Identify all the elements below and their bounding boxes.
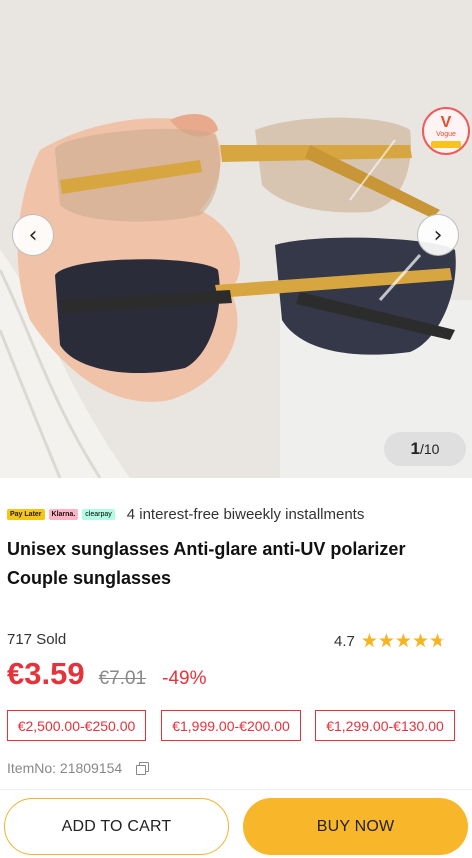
next-image-button[interactable]: ›: [417, 214, 459, 256]
chevron-right-icon: ›: [433, 222, 443, 248]
image-counter: 1 /10: [384, 432, 466, 466]
copy-icon[interactable]: [136, 762, 150, 775]
promo-badge[interactable]: V Vogue: [422, 107, 470, 155]
installment-info[interactable]: Pay Later Klarna. clearpay 4 interest-fr…: [7, 503, 364, 525]
discount-badge: -49%: [162, 668, 207, 689]
coupon-tag[interactable]: €1,999.00-€200.00: [161, 710, 301, 741]
paylater-logo-icon: Pay Later: [7, 508, 45, 520]
product-rating[interactable]: 4.7 ★★★★★ ★★★★★: [334, 630, 446, 652]
previous-image-button[interactable]: ‹: [12, 214, 54, 256]
original-price: €7.01: [98, 668, 147, 689]
image-counter-total: /10: [420, 441, 440, 457]
current-price: €3.59: [7, 656, 85, 691]
sold-count: 717 Sold: [7, 631, 67, 648]
rating-stars-icon: ★★★★★ ★★★★★: [360, 630, 447, 652]
add-to-cart-button[interactable]: ADD TO CART: [4, 798, 229, 855]
promo-badge-label: Vogue: [436, 130, 456, 138]
chevron-left-icon: ‹: [28, 222, 38, 248]
item-number: ItemNo: 21809154: [7, 760, 150, 776]
coupon-tag[interactable]: €2,500.00-€250.00: [7, 710, 146, 741]
clearpay-logo-icon: clearpay: [82, 508, 115, 520]
item-number-text: ItemNo: 21809154: [7, 760, 123, 776]
installment-text: 4 interest-free biweekly installments: [126, 505, 365, 523]
coupon-tag[interactable]: €1,299.00-€130.00: [315, 710, 455, 741]
promo-badge-bar: [431, 140, 461, 148]
klarna-logo-icon: Klarna.: [48, 508, 79, 520]
image-counter-current: 1: [410, 439, 420, 458]
promo-badge-logo-icon: V: [440, 113, 452, 131]
product-image-gallery[interactable]: ‹ › V Vogue 1 /10: [0, 0, 472, 478]
product-photo: [0, 0, 472, 478]
rating-value: 4.7: [334, 632, 355, 650]
buy-now-button[interactable]: BUY NOW: [243, 798, 468, 855]
product-title: Unisex sunglasses Anti-glare anti-UV pol…: [7, 539, 406, 588]
price-row: €3.59 €7.01 -49%: [7, 656, 206, 692]
bottom-bar-divider: [0, 789, 472, 790]
